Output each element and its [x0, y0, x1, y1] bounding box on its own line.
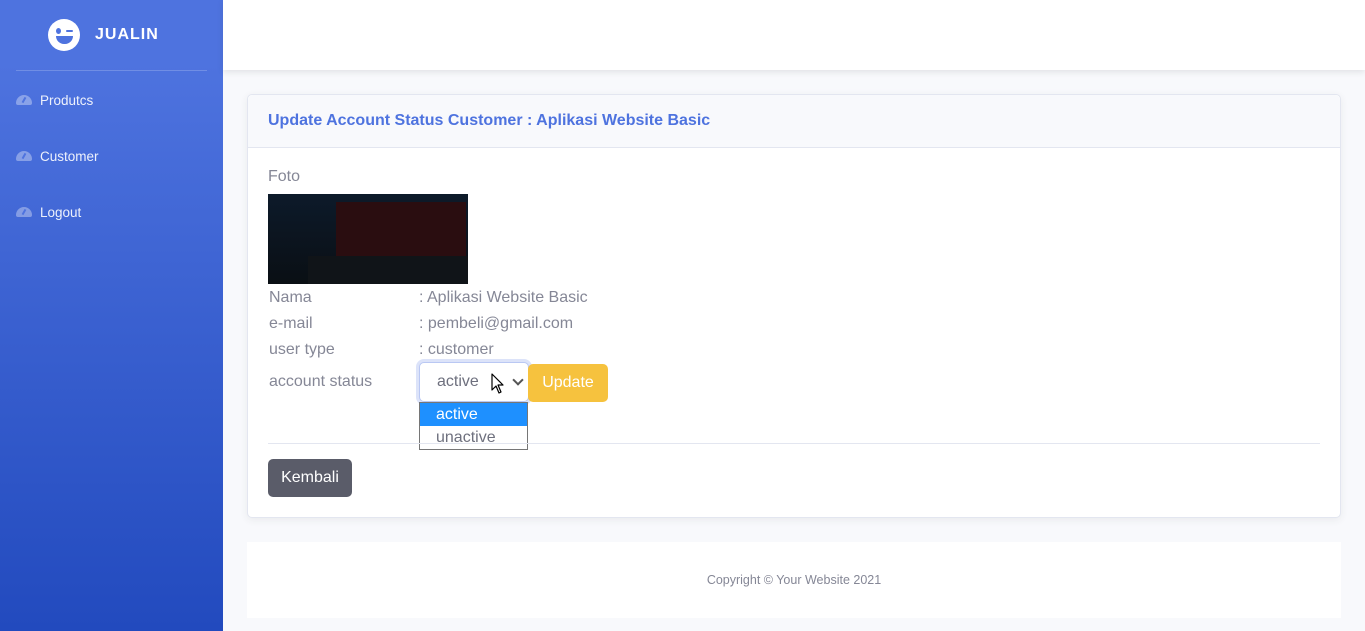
update-button[interactable]: Update — [528, 364, 608, 402]
info-row-user-type: user type : customer — [269, 341, 494, 359]
email-value: : pembeli@gmail.com — [419, 315, 574, 332]
sidebar-brand[interactable]: JUALIN — [0, 0, 223, 70]
sidebar-item-customer[interactable]: Customer — [0, 128, 223, 184]
brand-name: JUALIN — [95, 26, 159, 43]
customer-photo — [268, 194, 468, 284]
info-row-account-status: account status — [269, 373, 419, 391]
sidebar-item-label: Customer — [40, 148, 99, 164]
footer: Copyright © Your Website 2021 — [247, 542, 1341, 618]
card-header: Update Account Status Customer : Aplikas… — [248, 95, 1340, 148]
divider — [268, 443, 1320, 444]
tachometer-icon — [16, 205, 32, 219]
page-title: Update Account Status Customer : Aplikas… — [268, 112, 711, 129]
tachometer-icon — [16, 93, 32, 107]
user-type-value: : customer — [419, 341, 494, 358]
copyright-text: Copyright © Your Website 2021 — [706, 573, 882, 587]
nama-label: Nama — [269, 289, 312, 306]
dropdown-option-unactive[interactable]: unactive — [420, 426, 527, 449]
sidebar: JUALIN Produtcs Customer Logout — [0, 0, 223, 631]
dropdown-option-active[interactable]: active — [420, 403, 527, 426]
back-button[interactable]: Kembali — [268, 459, 352, 497]
sidebar-item-logout[interactable]: Logout — [0, 184, 223, 240]
card-body: Foto Nama : Aplikasi Website Basic e-mai… — [248, 148, 1340, 497]
laugh-wink-icon — [48, 19, 80, 51]
info-row-nama: Nama : Aplikasi Website Basic — [269, 289, 588, 307]
user-type-label: user type — [269, 341, 335, 358]
chevron-down-icon — [512, 374, 524, 386]
sidebar-item-products[interactable]: Produtcs — [0, 72, 223, 128]
account-status-label: account status — [269, 373, 373, 390]
update-status-card: Update Account Status Customer : Aplikas… — [247, 94, 1341, 518]
foto-label: Foto — [268, 168, 301, 185]
tachometer-icon — [16, 149, 32, 163]
sidebar-item-label: Logout — [40, 204, 82, 220]
select-value: active — [437, 373, 479, 390]
email-label: e-mail — [269, 315, 313, 332]
sidebar-item-label: Produtcs — [40, 92, 94, 108]
account-status-select[interactable]: active — [419, 362, 529, 402]
info-row-email: e-mail : pembeli@gmail.com — [269, 315, 573, 333]
topbar — [223, 0, 1365, 70]
nama-value: : Aplikasi Website Basic — [419, 289, 588, 306]
